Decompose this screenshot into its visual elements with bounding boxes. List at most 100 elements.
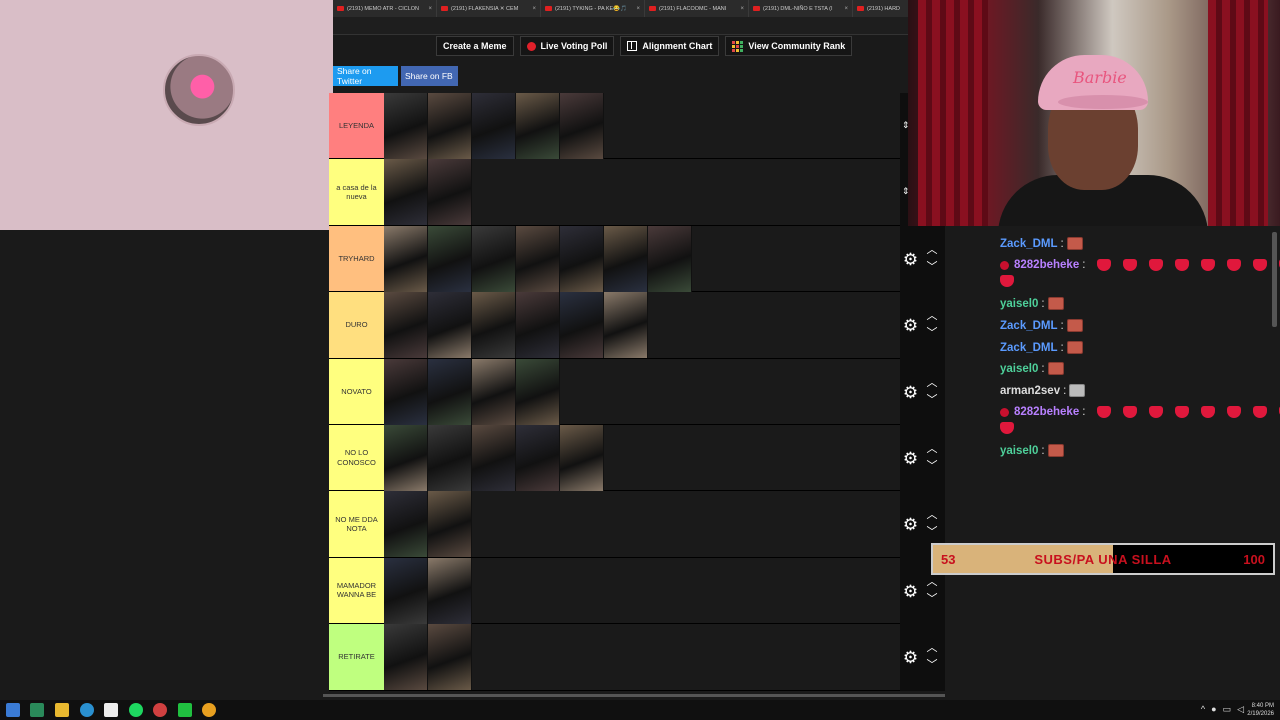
view-community-rank-button[interactable]: View Community Rank [725, 36, 853, 56]
tier-item-image[interactable] [516, 424, 560, 491]
move-down-icon[interactable]: ﹀ [926, 593, 938, 604]
chat-username[interactable]: yaisel0 [1000, 298, 1038, 310]
tier-item-image[interactable] [384, 358, 428, 425]
tier-label[interactable]: a casa de la nueva [329, 159, 384, 225]
move-up-icon[interactable]: ︿ [926, 311, 938, 322]
tier-item-image[interactable] [516, 292, 560, 359]
tier-item-image[interactable] [428, 159, 472, 226]
tier-item-image[interactable] [472, 93, 516, 159]
tier-item-image[interactable] [560, 292, 604, 359]
tier-item-image[interactable] [428, 358, 472, 425]
tier-item-image[interactable] [384, 557, 428, 624]
gear-icon[interactable]: ⚙ [902, 384, 919, 401]
tier-item-image[interactable] [384, 159, 428, 226]
spotify-icon[interactable] [129, 703, 143, 717]
tier-item-image[interactable] [472, 424, 516, 491]
gear-icon[interactable]: ⚙ [902, 251, 919, 268]
gear-icon[interactable]: ⚙ [902, 317, 919, 334]
tier-item-image[interactable] [428, 93, 472, 159]
browser-tab[interactable]: (2191) TYKING - PA KE😂🎵 × [541, 0, 645, 17]
tier-label[interactable]: NOVATO [329, 358, 384, 424]
tier-label[interactable]: MAMADOR WANNA BE [329, 557, 384, 624]
browser-tab[interactable]: (2191) HARD× [853, 0, 908, 17]
create-meme-button[interactable]: Create a Meme [436, 36, 514, 56]
tier-item-image[interactable] [560, 93, 604, 159]
chat-username[interactable]: 8282beheke [1014, 406, 1079, 418]
chat-scrollbar[interactable] [1272, 232, 1277, 327]
move-down-icon[interactable]: ﹀ [926, 394, 938, 405]
tier-item-image[interactable] [472, 225, 516, 292]
tier-item-image[interactable] [560, 225, 604, 292]
browser-tab[interactable]: (2191) DML-NIÑO E TSTA (I × [749, 0, 853, 17]
chat-username[interactable]: Zack_DML [1000, 342, 1058, 354]
volume-icon[interactable]: ◁ [1237, 704, 1244, 715]
move-up-icon[interactable]: ︿ [926, 510, 938, 521]
tier-item-image[interactable] [516, 358, 560, 425]
live-voting-poll-button[interactable]: Live Voting Poll [519, 36, 615, 56]
tier-item-image[interactable] [472, 358, 516, 425]
tier-label[interactable]: TRYHARD [329, 225, 384, 292]
close-icon[interactable]: × [844, 6, 848, 12]
tier-item-image[interactable] [516, 93, 560, 159]
tier-item-image[interactable] [384, 424, 428, 491]
horizontal-scrollbar[interactable] [323, 694, 945, 697]
tier-item-image[interactable] [648, 225, 692, 292]
move-up-icon[interactable]: ︿ [926, 444, 938, 455]
tier-item-image[interactable] [428, 557, 472, 624]
move-up-icon[interactable]: ︿ [926, 244, 938, 255]
tier-item-image[interactable] [384, 225, 428, 292]
chevron-up-icon[interactable]: ^ [1201, 704, 1205, 715]
tier-item-image[interactable] [604, 292, 648, 359]
app-icon[interactable] [30, 703, 44, 717]
close-icon[interactable]: × [428, 6, 432, 12]
chat-username[interactable]: arman2sev [1000, 385, 1060, 397]
close-icon[interactable]: × [532, 6, 536, 12]
gear-icon[interactable]: ⚙ [902, 450, 919, 467]
mic-icon[interactable]: ● [1211, 704, 1216, 715]
tier-item-image[interactable] [428, 624, 472, 691]
tier-item-image[interactable] [428, 424, 472, 491]
chat-username[interactable]: Zack_DML [1000, 320, 1058, 332]
chat-username[interactable]: 8282beheke [1014, 259, 1079, 271]
chat-username[interactable]: yaisel0 [1000, 445, 1038, 457]
obs-icon[interactable] [153, 703, 167, 717]
tier-label[interactable]: NO LO CONOSCO [329, 424, 384, 491]
move-down-icon[interactable]: ﹀ [926, 461, 938, 472]
move-up-icon[interactable]: ︿ [926, 377, 938, 388]
tier-item-image[interactable] [428, 225, 472, 292]
move-down-icon[interactable]: ﹀ [926, 328, 938, 339]
move-up-icon[interactable]: ︿ [926, 643, 938, 654]
tier-item-image[interactable] [384, 292, 428, 359]
notepad-icon[interactable] [104, 703, 118, 717]
tier-label[interactable]: NO ME DDA NOTA [329, 491, 384, 557]
tier-item-image[interactable] [384, 93, 428, 159]
tier-item-image[interactable] [384, 624, 428, 691]
tier-item-image[interactable] [560, 424, 604, 491]
folder-icon[interactable] [55, 703, 69, 717]
green-app-icon[interactable] [178, 703, 192, 717]
share-twitter-button[interactable]: Share on Twitter [333, 66, 398, 86]
move-down-icon[interactable]: ﹀ [926, 261, 938, 272]
tier-item-image[interactable] [384, 491, 428, 558]
share-facebook-button[interactable]: Share on FB [401, 66, 458, 86]
gear-icon[interactable]: ⚙ [902, 516, 919, 533]
browser-tab[interactable]: (2191) FLACOOMC - MANI × [645, 0, 749, 17]
tier-item-image[interactable] [428, 292, 472, 359]
tier-item-image[interactable] [472, 292, 516, 359]
close-icon[interactable]: × [740, 6, 744, 12]
move-down-icon[interactable]: ﹀ [926, 527, 938, 538]
tier-item-image[interactable] [516, 225, 560, 292]
tier-label[interactable]: LEYENDA [329, 93, 384, 159]
browser-tab[interactable]: (2191) FLAKENSIA ✕ CEM × [437, 0, 541, 17]
edge-browser-icon[interactable] [80, 703, 94, 717]
network-icon[interactable]: ▭ [1223, 704, 1232, 715]
browser-tab[interactable]: (2191) MEMO ATR - CICLON × [333, 0, 437, 17]
chat-username[interactable]: Zack_DML [1000, 238, 1058, 250]
alignment-chart-button[interactable]: Alignment Chart [620, 36, 720, 56]
tier-item-image[interactable] [428, 491, 472, 558]
close-icon[interactable]: × [636, 6, 640, 12]
gear-icon[interactable]: ⚙ [902, 583, 919, 600]
move-down-icon[interactable]: ﹀ [926, 660, 938, 671]
chat-username[interactable]: yaisel0 [1000, 363, 1038, 375]
clock[interactable]: 8:40 PM 2/19/2026 [1247, 702, 1274, 718]
